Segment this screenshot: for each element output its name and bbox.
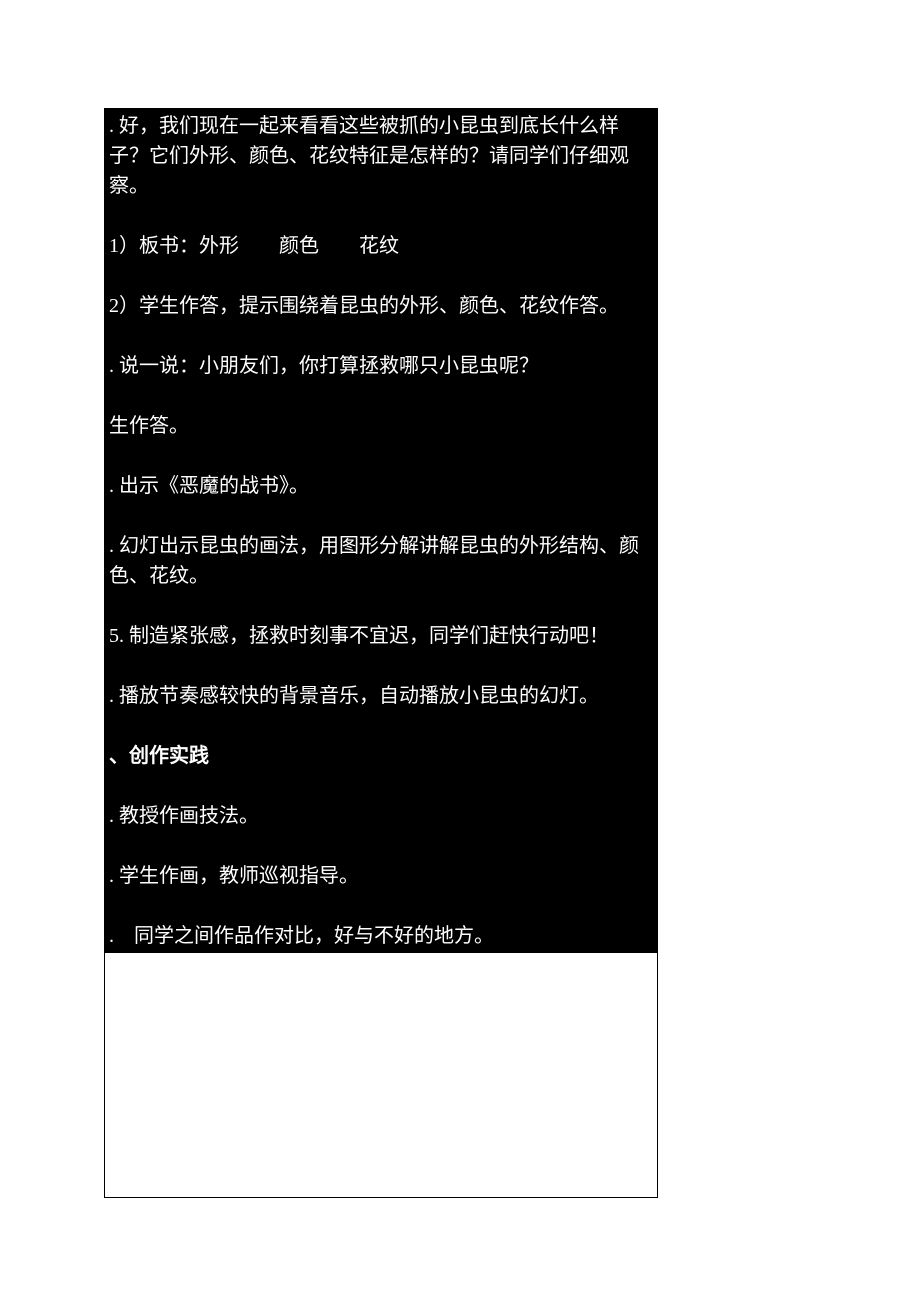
- row-gap: [105, 893, 657, 919]
- row-gap: [105, 593, 657, 619]
- paragraph: . 同学之间作品作对比，好与不好的地方。: [105, 919, 657, 953]
- row-gap: [105, 653, 657, 679]
- paragraph: 2）学生作答，提示围绕着昆虫的外形、颜色、花纹作答。: [105, 289, 657, 323]
- paragraph: . 好，我们现在一起来看看这些被抓的小昆虫到底长什么样子？它们外形、颜色、花纹特…: [105, 109, 657, 203]
- paragraph: . 播放节奏感较快的背景音乐，自动播放小昆虫的幻灯。: [105, 679, 657, 713]
- row-gap: [105, 203, 657, 229]
- row-gap: [105, 503, 657, 529]
- paragraph: . 学生作画，教师巡视指导。: [105, 859, 657, 893]
- paragraph: 5. 制造紧张感，拯救时刻事不宜迟，同学们赶快行动吧！: [105, 619, 657, 653]
- content-table: . 好，我们现在一起来看看这些被抓的小昆虫到底长什么样子？它们外形、颜色、花纹特…: [104, 108, 658, 1198]
- paragraph: . 出示《恶魔的战书》。: [105, 469, 657, 503]
- row-gap: [105, 383, 657, 409]
- row-gap: [105, 263, 657, 289]
- paragraph: . 幻灯出示昆虫的画法，用图形分解讲解昆虫的外形结构、颜色、花纹。: [105, 529, 657, 593]
- row-gap: [105, 773, 657, 799]
- paragraph: . 教授作画技法。: [105, 799, 657, 833]
- row-gap: [105, 833, 657, 859]
- row-gap: [105, 323, 657, 349]
- paragraph: . 说一说：小朋友们，你打算拯救哪只小昆虫呢？: [105, 349, 657, 383]
- row-gap: [105, 713, 657, 739]
- row-gap: [105, 443, 657, 469]
- paragraph: 生作答。: [105, 409, 657, 443]
- section-heading: 、创作实践: [105, 739, 657, 773]
- document-page: . 好，我们现在一起来看看这些被抓的小昆虫到底长什么样子？它们外形、颜色、花纹特…: [0, 0, 920, 1302]
- paragraph: 1）板书：外形 颜色 花纹: [105, 229, 657, 263]
